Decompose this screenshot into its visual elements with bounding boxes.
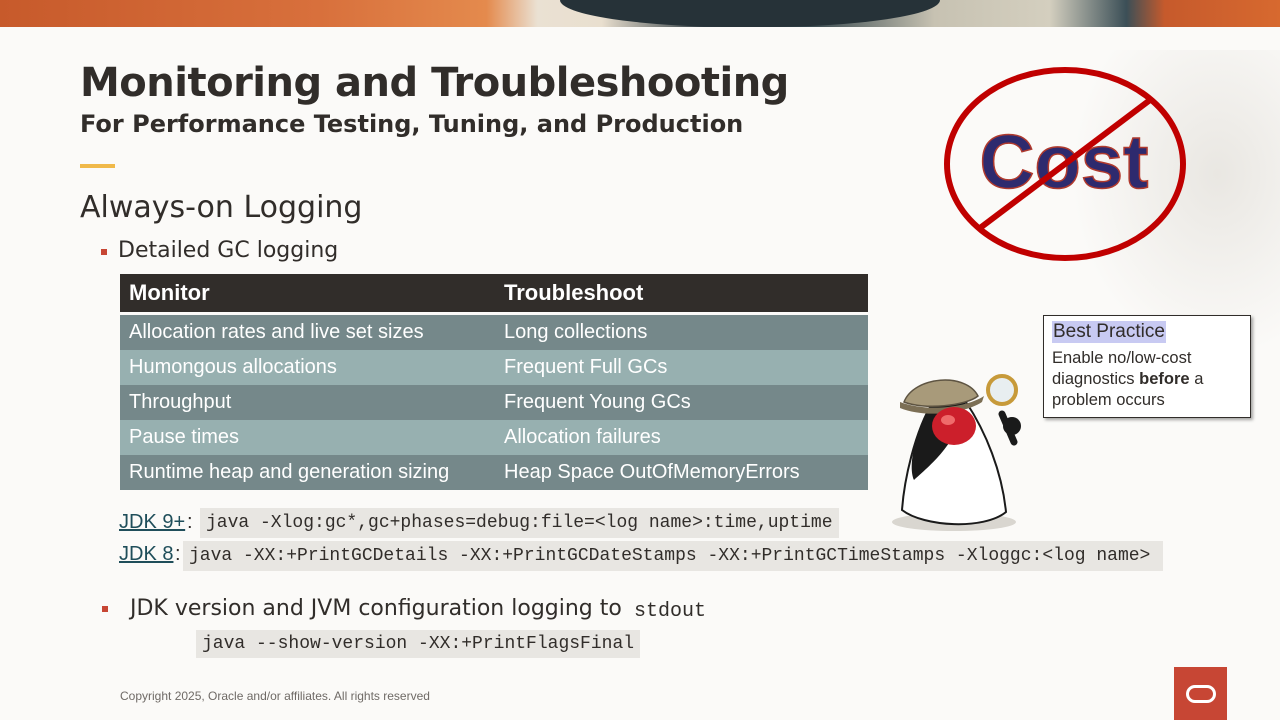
table-row: Allocation rates and live set sizes Long… — [120, 312, 868, 350]
table-row: Throughput Frequent Young GCs — [120, 385, 868, 420]
slide-title: Monitoring and Troubleshooting — [80, 60, 789, 106]
table-cell: Pause times — [120, 420, 495, 455]
best-practice-title: Best Practice — [1052, 321, 1166, 343]
table-header-row: Monitor Troubleshoot — [120, 274, 868, 314]
jdk9-link[interactable]: JDK 9+ — [119, 511, 185, 534]
accent-bar — [80, 164, 115, 168]
table-cell: Throughput — [120, 385, 495, 420]
stdout-code: stdout — [634, 600, 707, 623]
best-practice-emphasis: before — [1139, 370, 1190, 388]
table-cell: Long collections — [495, 312, 868, 350]
table-cell: Runtime heap and generation sizing — [120, 455, 495, 490]
duke-detective-icon — [892, 374, 1021, 531]
table-header-monitor: Monitor — [120, 274, 495, 314]
table-row: Runtime heap and generation sizing Heap … — [120, 455, 868, 490]
table-cell: Heap Space OutOfMemoryErrors — [495, 455, 868, 490]
bullet-jdk-version: JDK version and JVM configuration loggin… — [130, 596, 622, 621]
table-cell: Allocation failures — [495, 420, 868, 455]
copyright-text: Copyright 2025, Oracle and/or affiliates… — [120, 689, 430, 703]
table-row: Pause times Allocation failures — [120, 420, 868, 455]
table-cell: Frequent Young GCs — [495, 385, 868, 420]
jdk8-colon: : — [175, 543, 181, 565]
table-cell: Allocation rates and live set sizes — [120, 312, 495, 350]
bullet-gc-logging: Detailed GC logging — [118, 238, 339, 263]
oracle-logo — [1174, 667, 1227, 720]
table-cell: Frequent Full GCs — [495, 350, 868, 385]
slide-subtitle: For Performance Testing, Tuning, and Pro… — [80, 110, 744, 138]
section-heading: Always-on Logging — [80, 190, 363, 225]
bullet-marker — [102, 606, 108, 612]
table-row: Humongous allocations Frequent Full GCs — [120, 350, 868, 385]
no-cost-sign: Cost — [944, 67, 1186, 261]
table-header-troubleshoot: Troubleshoot — [495, 274, 868, 314]
bullet-marker — [101, 249, 107, 255]
jdk8-link[interactable]: JDK 8 — [119, 543, 173, 566]
best-practice-callout: Best Practice Enable no/low-cost diagnos… — [1043, 315, 1251, 418]
oracle-ring-icon — [1186, 685, 1216, 703]
version-command: java --show-version -XX:+PrintFlagsFinal — [196, 630, 641, 658]
best-practice-body: Enable no/low-cost diagnostics before a … — [1052, 348, 1246, 411]
gc-logging-table: Monitor Troubleshoot Allocation rates an… — [120, 274, 868, 490]
jdk9-command: java -Xlog:gc*,gc+phases=debug:file=<log… — [200, 508, 839, 538]
jdk9-colon: : — [187, 511, 193, 533]
jdk8-command: java -XX:+PrintGCDetails -XX:+PrintGCDat… — [183, 541, 1164, 571]
table-cell: Humongous allocations — [120, 350, 495, 385]
